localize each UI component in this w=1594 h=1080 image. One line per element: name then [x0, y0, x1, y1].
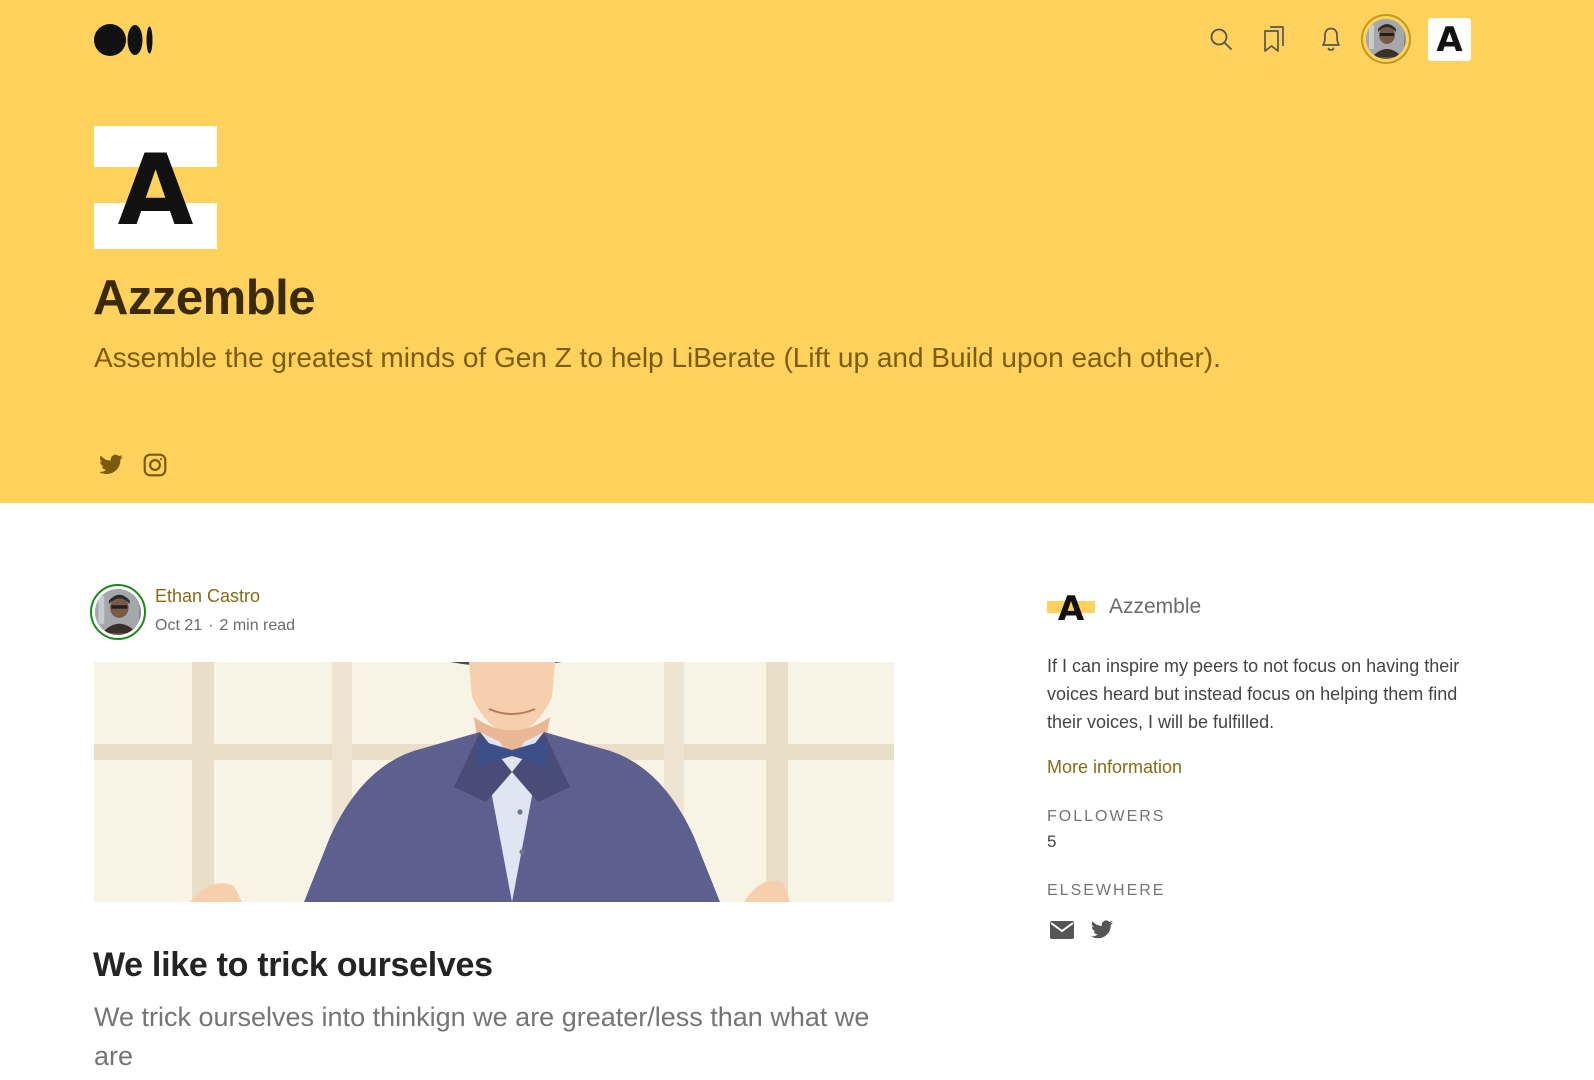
avatar-photo [1366, 19, 1406, 59]
twitter-icon[interactable] [1089, 918, 1115, 946]
publication-title: Azzemble [93, 271, 316, 325]
author-name[interactable]: Ethan Castro [155, 586, 260, 607]
twitter-icon[interactable] [96, 452, 126, 482]
search-icon[interactable] [1208, 26, 1234, 52]
bookmarks-icon[interactable] [1262, 24, 1288, 54]
sidebar-logo-letter: A [1057, 590, 1085, 628]
article-image[interactable] [94, 662, 894, 902]
mail-icon[interactable] [1049, 920, 1075, 944]
publication-logo[interactable]: A [94, 126, 217, 249]
sidebar-description: If I can inspire my peers to not focus o… [1047, 656, 1460, 732]
author-avatar[interactable] [90, 584, 146, 640]
author-photo [95, 589, 141, 635]
sidebar-publication-logo[interactable]: A [1047, 590, 1095, 628]
elsewhere-label: ELSEWHERE [1047, 882, 1166, 899]
bell-icon[interactable] [1318, 24, 1344, 54]
article-meta: Oct 21 · 2 min read [155, 617, 295, 635]
logo-letter: A [117, 133, 194, 248]
sidebar-publication-name[interactable]: Azzemble [1109, 595, 1201, 619]
instagram-icon[interactable] [142, 452, 168, 482]
publication-header: A A Azzemble Assemble the greatest minds… [0, 0, 1594, 503]
followers-label: FOLLOWERS [1047, 808, 1166, 825]
article-title[interactable]: We like to trick ourselves [93, 946, 493, 985]
publication-tagline: Assemble the greatest minds of Gen Z to … [94, 342, 1221, 373]
publication-avatar[interactable]: A [1428, 18, 1471, 61]
meta-separator: · [208, 617, 214, 634]
read-time: 2 min read [219, 617, 296, 634]
medium-logo[interactable] [94, 24, 154, 56]
user-avatar[interactable] [1361, 14, 1411, 64]
publication-avatar-letter: A [1436, 19, 1463, 60]
article-date: Oct 21 [155, 617, 203, 634]
more-information-link[interactable]: More information [1047, 757, 1182, 778]
article-subtitle[interactable]: We trick ourselves into thinkign we are … [94, 998, 874, 1076]
followers-count[interactable]: 5 [1047, 832, 1056, 852]
